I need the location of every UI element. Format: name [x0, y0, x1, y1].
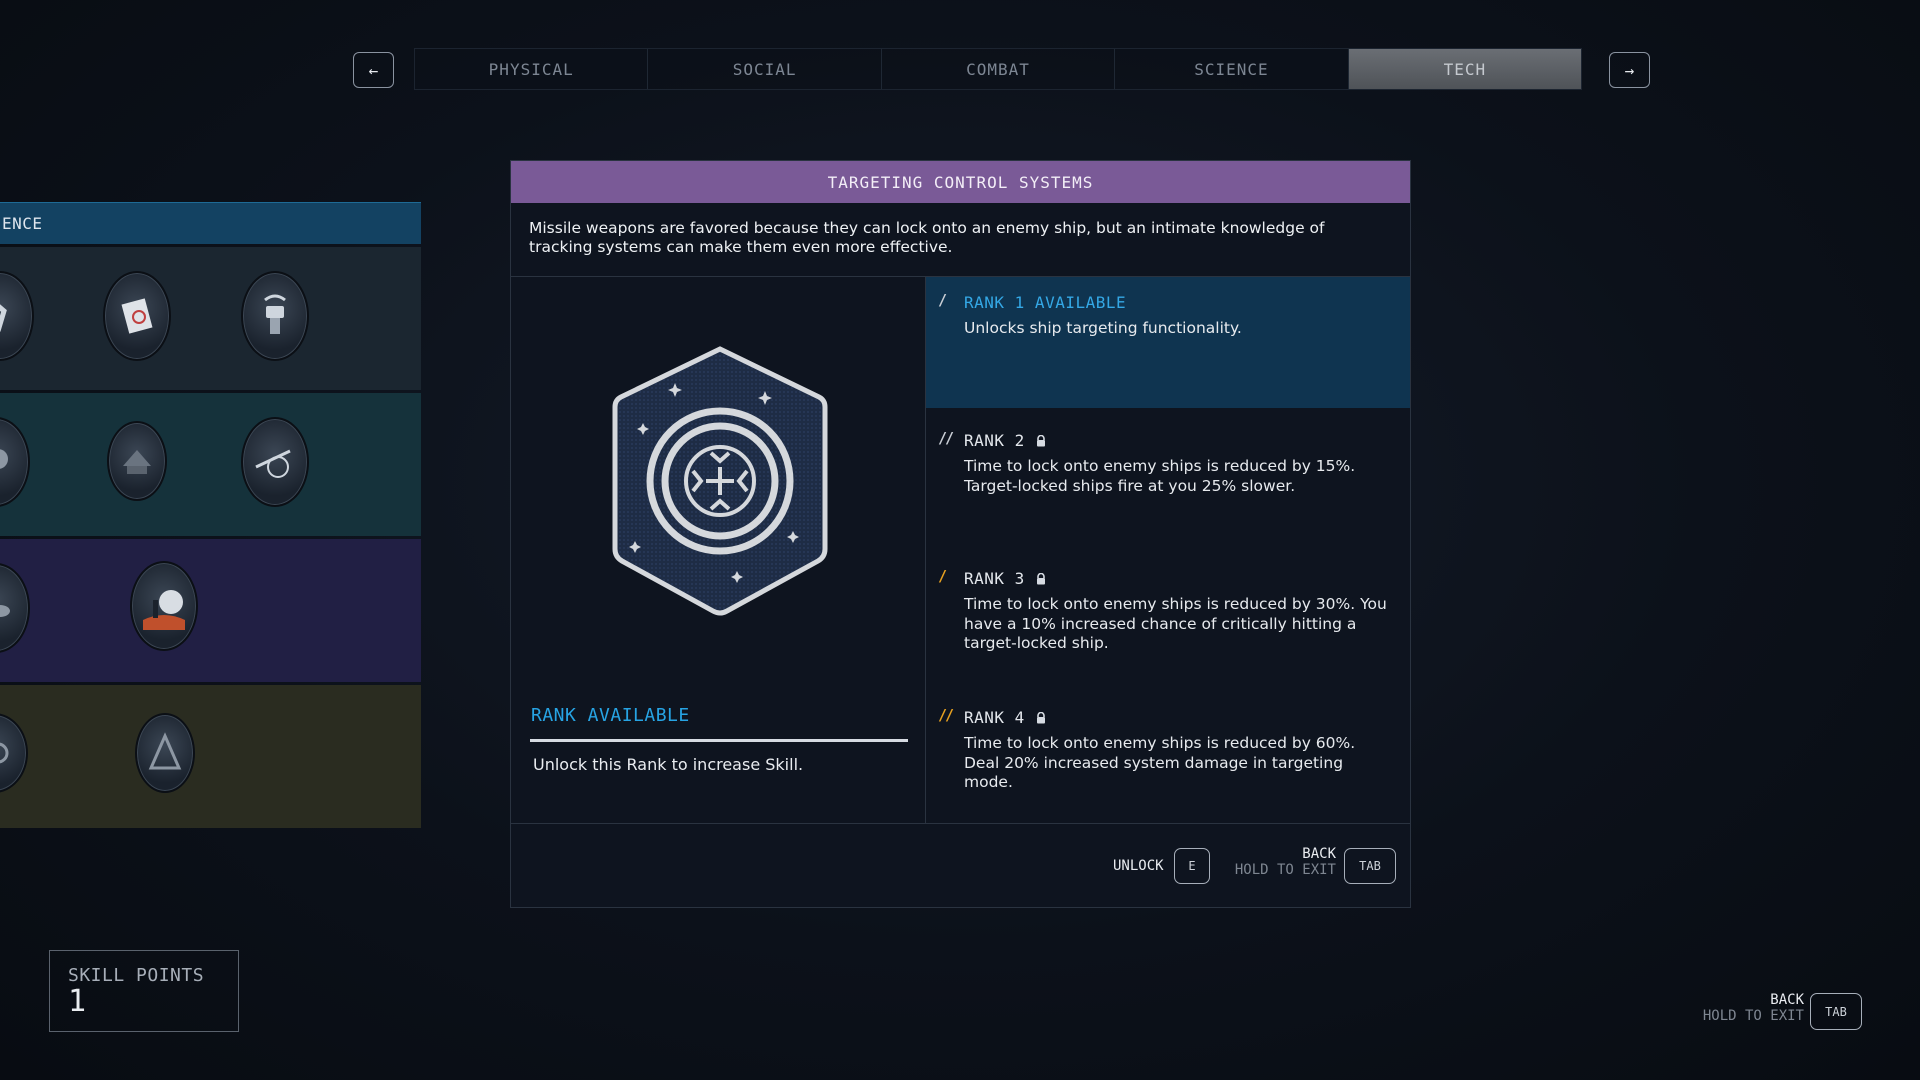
rank-3-description: Time to lock onto enemy ships is reduced… [964, 595, 1387, 652]
unlock-label: UNLOCK [1113, 858, 1164, 874]
skill-astronaut-icon[interactable] [130, 561, 198, 651]
corner-back-control: BACK HOLD TO EXIT TAB [1662, 992, 1862, 1032]
skill-points-panel: SKILL POINTS 1 [49, 950, 239, 1032]
skill-scanner-icon[interactable] [241, 271, 309, 361]
skill-engineering-icon[interactable] [135, 713, 195, 793]
skill-description: Missile weapons are favored because they… [511, 203, 1410, 277]
tab-combat[interactable]: COMBAT [882, 49, 1116, 89]
skill-ship-icon[interactable] [0, 563, 30, 653]
tab-tech[interactable]: TECH [1348, 49, 1582, 89]
corner-back-button[interactable]: TAB [1810, 993, 1862, 1030]
rank-2-item[interactable]: // RANK 2 Time to lock onto enemy ships … [926, 415, 1410, 496]
rank-4-marker-icon: // [938, 706, 954, 724]
rank-status-title: RANK AVAILABLE [531, 705, 690, 726]
prev-category-button[interactable]: ← [353, 52, 394, 88]
unlock-key: E [1188, 859, 1196, 873]
rank-1-label: RANK 1 AVAILABLE [964, 293, 1127, 312]
skill-outpost-icon[interactable] [107, 421, 167, 501]
skill-points-value: 1 [68, 984, 87, 1019]
rank-list: / RANK 1 AVAILABLE Unlocks ship targetin… [926, 277, 1410, 823]
back-label: BACK [1302, 846, 1336, 862]
skill-points-label: SKILL POINTS [68, 965, 205, 986]
rank-1-item[interactable]: / RANK 1 AVAILABLE Unlocks ship targetin… [926, 277, 1410, 408]
rank-1-description: Unlocks ship targeting functionality. [964, 319, 1242, 337]
tab-science[interactable]: SCIENCE [1115, 49, 1349, 89]
skill-detail-panel: TARGETING CONTROL SYSTEMS Missile weapon… [510, 160, 1411, 908]
rank-4-description: Time to lock onto enemy ships is reduced… [964, 734, 1356, 791]
modal-footer: UNLOCK E BACK HOLD TO EXIT TAB [511, 824, 1410, 908]
skill-robot-icon[interactable] [0, 417, 30, 507]
rank-status-description: Unlock this Rank to increase Skill. [533, 755, 804, 774]
skill-tree: ENCE [0, 202, 421, 828]
lock-icon [1036, 711, 1045, 723]
skill-tree-header: ENCE [0, 202, 421, 244]
tab-physical[interactable]: PHYSICAL [415, 49, 649, 89]
rank-3-item[interactable]: / RANK 3 Time to lock onto enemy ships i… [926, 553, 1410, 654]
skill-document-icon[interactable] [103, 271, 171, 361]
skill-tier-1 [0, 247, 421, 390]
rank-3-marker-icon: / [938, 567, 947, 585]
tab-social[interactable]: SOCIAL [648, 49, 882, 89]
rank-2-marker-icon: // [938, 429, 954, 447]
rank-2-label: RANK 2 [964, 431, 1025, 450]
skill-medic-icon[interactable] [0, 271, 34, 361]
rank-3-label: RANK 3 [964, 569, 1025, 588]
corner-back-label: BACK [1770, 992, 1804, 1008]
unlock-button[interactable]: E [1174, 848, 1210, 884]
skill-badge-pane: RANK AVAILABLE Unlock this Rank to incre… [511, 277, 926, 823]
back-button[interactable]: TAB [1344, 848, 1396, 884]
skill-tier-3 [0, 539, 421, 682]
lock-icon [1036, 572, 1045, 584]
rank-2-description: Time to lock onto enemy ships is reduced… [964, 457, 1356, 495]
skill-title: TARGETING CONTROL SYSTEMS [511, 161, 1410, 203]
rank-4-label: RANK 4 [964, 708, 1025, 727]
arrow-right-icon: → [1624, 60, 1635, 80]
arrow-left-icon: ← [368, 60, 379, 80]
skill-tier-4 [0, 685, 421, 828]
back-key: TAB [1359, 859, 1381, 873]
corner-back-key: TAB [1825, 1004, 1847, 1019]
rank-1-marker-icon: / [938, 291, 947, 309]
skill-planet-survey-icon[interactable] [241, 417, 309, 507]
skill-gear-icon[interactable] [0, 713, 28, 793]
lock-icon [1036, 434, 1045, 446]
hold-to-exit-label: HOLD TO EXIT [1234, 862, 1336, 878]
skill-tier-2 [0, 393, 421, 536]
category-tabs: PHYSICAL SOCIAL COMBAT SCIENCE TECH [414, 48, 1582, 90]
rank-4-item[interactable]: // RANK 4 Time to lock onto enemy ships … [926, 692, 1410, 793]
next-category-button[interactable]: → [1609, 52, 1650, 88]
targeting-reticle-badge-icon [607, 343, 833, 619]
rank-status-divider [530, 739, 908, 742]
corner-hold-to-exit-label: HOLD TO EXIT [1702, 1008, 1804, 1024]
